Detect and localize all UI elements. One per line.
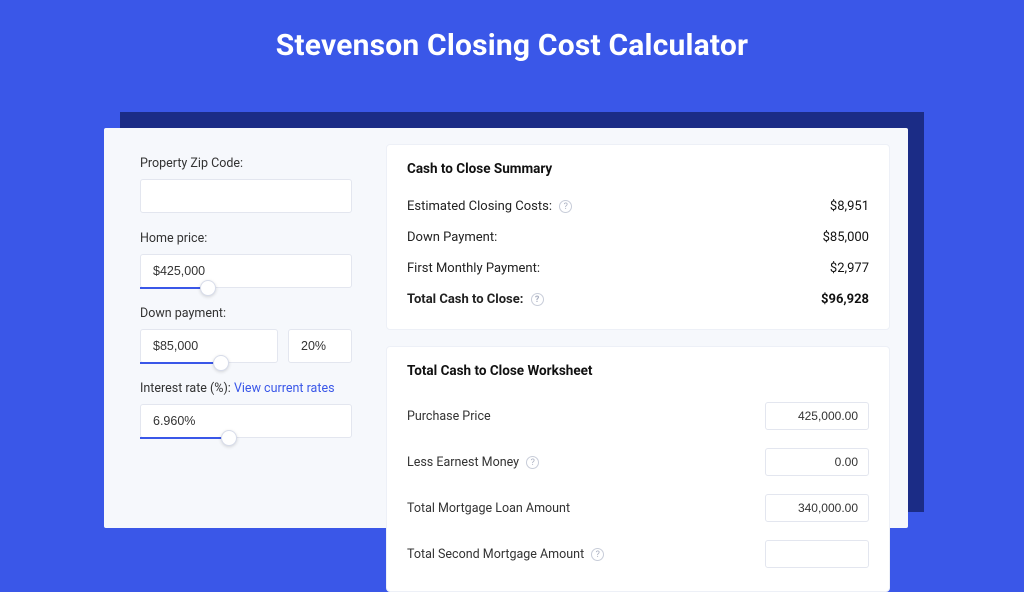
zip-label: Property Zip Code:: [140, 156, 352, 171]
help-icon[interactable]: ?: [559, 200, 572, 213]
worksheet-row: Purchase Price: [407, 393, 869, 439]
home-price-label: Home price:: [140, 231, 352, 246]
slider-fill: [140, 437, 229, 439]
help-icon[interactable]: ?: [526, 456, 539, 469]
interest-rate-label-text: Interest rate (%):: [140, 381, 234, 396]
worksheet-row-input[interactable]: [765, 448, 869, 476]
help-icon[interactable]: ?: [531, 293, 544, 306]
help-icon[interactable]: ?: [591, 548, 604, 561]
zip-input[interactable]: [140, 179, 352, 213]
worksheet-heading: Total Cash to Close Worksheet: [407, 363, 869, 379]
summary-row-label: Estimated Closing Costs: ?: [407, 199, 572, 214]
cash-to-close-worksheet: Total Cash to Close Worksheet Purchase P…: [386, 346, 890, 592]
summary-row: Total Cash to Close: ? $96,928: [407, 284, 869, 315]
interest-rate-input[interactable]: [140, 404, 352, 438]
summary-row-value: $8,951: [830, 199, 869, 214]
summary-row-label: Down Payment:: [407, 230, 497, 245]
summary-row-label: Total Cash to Close: ?: [407, 292, 544, 307]
results-panel: Cash to Close Summary Estimated Closing …: [374, 128, 908, 528]
slider-fill: [140, 287, 208, 289]
worksheet-row: Total Mortgage Loan Amount: [407, 485, 869, 531]
worksheet-row-input[interactable]: [765, 402, 869, 430]
worksheet-row-label: Purchase Price: [407, 409, 491, 424]
down-payment-field: Down payment:: [140, 306, 352, 363]
calculator-card: Property Zip Code: Home price: Down paym…: [104, 128, 908, 528]
summary-row-value: $85,000: [823, 230, 869, 245]
page-title: Stevenson Closing Cost Calculator: [0, 0, 1024, 87]
down-payment-label: Down payment:: [140, 306, 352, 321]
summary-row-value: $2,977: [830, 261, 869, 276]
zip-field: Property Zip Code:: [140, 156, 352, 213]
view-current-rates-link[interactable]: View current rates: [234, 381, 335, 396]
worksheet-row-input[interactable]: [765, 540, 869, 568]
home-price-input[interactable]: [140, 254, 352, 288]
slider-thumb[interactable]: [200, 280, 216, 296]
down-payment-input[interactable]: [140, 329, 278, 363]
worksheet-row-input[interactable]: [765, 494, 869, 522]
worksheet-row: Less Earnest Money ?: [407, 439, 869, 485]
worksheet-rows: Purchase Price Less Earnest Money ? Total …: [407, 393, 869, 577]
interest-rate-field: Interest rate (%): View current rates: [140, 381, 352, 438]
home-price-field: Home price:: [140, 231, 352, 288]
summary-row: First Monthly Payment: $2,977: [407, 253, 869, 284]
summary-row: Down Payment: $85,000: [407, 222, 869, 253]
summary-row-value: $96,928: [821, 292, 869, 307]
slider-thumb[interactable]: [221, 430, 237, 446]
summary-row-label: First Monthly Payment:: [407, 261, 540, 276]
slider-fill: [140, 362, 221, 364]
summary-rows: Estimated Closing Costs: ? $8,951 Down Pay…: [407, 191, 869, 315]
worksheet-row-label: Total Mortgage Loan Amount: [407, 501, 570, 516]
summary-row: Estimated Closing Costs: ? $8,951: [407, 191, 869, 222]
worksheet-row-label: Total Second Mortgage Amount ?: [407, 547, 604, 562]
interest-rate-label: Interest rate (%): View current rates: [140, 381, 352, 396]
cash-to-close-summary: Cash to Close Summary Estimated Closing …: [386, 144, 890, 330]
worksheet-row: Total Second Mortgage Amount ?: [407, 531, 869, 577]
inputs-panel: Property Zip Code: Home price: Down paym…: [104, 128, 374, 528]
summary-heading: Cash to Close Summary: [407, 161, 869, 177]
slider-thumb[interactable]: [213, 355, 229, 371]
worksheet-row-label: Less Earnest Money ?: [407, 455, 539, 470]
down-payment-pct-input[interactable]: [288, 329, 352, 363]
